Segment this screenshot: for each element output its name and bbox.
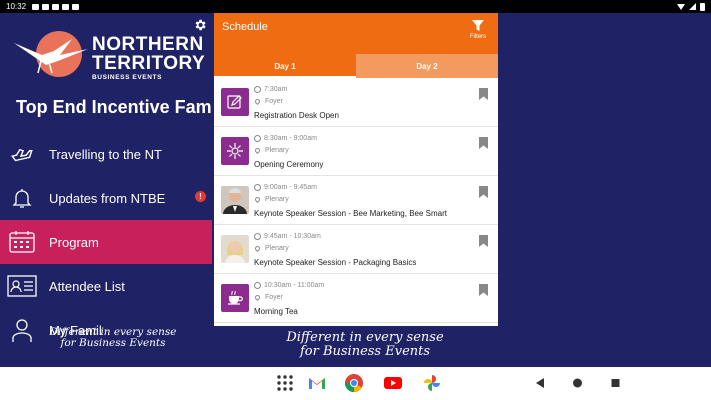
session-list: 7:30am Foyer Registration Desk Open 8:30… <box>214 78 498 323</box>
day-tabs: Day 1 Day 2 <box>214 54 498 78</box>
session-item[interactable]: 10:30am - 11:00am Foyer Morning Tea <box>214 274 498 323</box>
sidebar: NORTHERN TERRITORY BUSINESS EVENTS Top E… <box>0 13 212 367</box>
notification-icon <box>62 3 70 10</box>
logo-wordmark: NORTHERN TERRITORY BUSINESS EVENTS <box>92 35 205 82</box>
session-title: Keynote Speaker Session - Bee Marketing,… <box>254 209 447 218</box>
location-pin-icon <box>253 293 262 302</box>
sidebar-item-travelling[interactable]: Travelling to the NT <box>0 132 212 176</box>
session-item[interactable]: 8:30am - 9:00am Plenary Opening Ceremony <box>214 127 498 176</box>
sidebar-item-label: Updates from NTBE <box>49 190 166 206</box>
sidebar-item-label: Program <box>49 234 99 250</box>
home-icon[interactable] <box>572 377 583 389</box>
location-pin-icon <box>253 97 262 106</box>
filters-label: Filters <box>469 34 487 40</box>
session-time: 9:45am - 10:30am <box>254 233 321 240</box>
session-title: Registration Desk Open <box>254 111 339 120</box>
wifi-icon <box>677 3 685 10</box>
tagline-main: Different in every sense for Business Ev… <box>280 331 450 358</box>
person-icon <box>6 316 38 344</box>
session-location: Foyer <box>253 97 283 106</box>
sidebar-item-label: Attendee List <box>49 278 125 294</box>
tab-day-1[interactable]: Day 1 <box>214 54 356 78</box>
gear-icon[interactable] <box>193 18 207 32</box>
app-drawer-icon[interactable] <box>275 373 295 393</box>
sidebar-item-label: Travelling to the NT <box>49 146 162 162</box>
bookmark-icon[interactable] <box>479 186 488 198</box>
session-time: 10:30am - 11:00am <box>254 282 324 289</box>
session-location: Foyer <box>253 293 283 302</box>
tagline-line1: Different in every sense <box>286 330 444 345</box>
session-location: Plenary <box>253 244 289 253</box>
bookmark-icon[interactable] <box>479 235 488 247</box>
status-time: 10:32 <box>6 2 27 11</box>
signal-icon <box>689 3 696 10</box>
bookmark-icon[interactable] <box>479 88 488 100</box>
calendar-icon <box>6 228 38 256</box>
session-time: 9:00am - 9:45am <box>254 184 317 191</box>
tab-day-2[interactable]: Day 2 <box>356 54 498 78</box>
bookmark-icon[interactable] <box>479 137 488 149</box>
location-pin-icon <box>253 244 262 253</box>
filter-icon <box>472 20 484 31</box>
location-pin-icon <box>253 146 262 155</box>
clock-icon <box>254 233 261 240</box>
sidebar-item-attendees[interactable]: Attendee List <box>0 264 212 308</box>
back-icon[interactable] <box>535 377 545 389</box>
logo-line1: NORTHERN <box>92 34 204 55</box>
bookmark-icon[interactable] <box>479 284 488 296</box>
tagline-line2: for Business Events <box>299 343 431 359</box>
system-nav-bar <box>0 367 711 400</box>
filters-button[interactable]: Filters <box>466 20 490 40</box>
ntbe-logo: NORTHERN TERRITORY BUSINESS EVENTS <box>12 23 205 85</box>
session-title: Morning Tea <box>254 307 298 316</box>
sidebar-item-updates[interactable]: Updates from NTBE ! <box>0 176 212 220</box>
session-item[interactable]: 9:45am - 10:30am Plenary Keynote Speaker… <box>214 225 498 274</box>
event-title: Top End Incentive Famil <box>16 97 212 117</box>
celebration-icon <box>221 137 249 165</box>
session-time: 7:30am <box>254 86 287 93</box>
notification-icon <box>52 3 60 10</box>
session-title: Keynote Speaker Session - Packaging Basi… <box>254 258 417 267</box>
chrome-icon[interactable] <box>344 373 364 393</box>
session-location: Plenary <box>253 146 289 155</box>
battery-icon <box>700 2 705 11</box>
clock-icon <box>254 184 261 191</box>
session-title: Opening Ceremony <box>254 160 324 169</box>
session-time: 8:30am - 9:00am <box>254 135 317 142</box>
sidebar-nav: Travelling to the NT Updates from NTBE !… <box>0 132 212 352</box>
logo-line3: BUSINESS EVENTS <box>92 74 163 81</box>
recents-icon[interactable] <box>610 377 621 389</box>
google-photos-icon[interactable] <box>422 373 442 393</box>
session-item[interactable]: 7:30am Foyer Registration Desk Open <box>214 78 498 127</box>
notification-icon <box>42 3 50 10</box>
session-item[interactable]: 9:00am - 9:45am Plenary Keynote Speaker … <box>214 176 498 225</box>
notification-icon <box>32 3 40 10</box>
clock-icon <box>254 282 261 289</box>
tagline-sidebar: Different in every sense for Business Ev… <box>48 326 178 350</box>
notification-icon <box>72 3 80 10</box>
logo-line2: TERRITORY <box>92 53 206 74</box>
schedule-header: Schedule Filters <box>214 13 498 54</box>
speaker-photo <box>221 186 249 214</box>
location-pin-icon <box>253 195 262 204</box>
tagline-line2: for Business Events <box>60 337 166 350</box>
updates-badge: ! <box>195 191 206 202</box>
edit-icon <box>221 88 249 116</box>
app-screen: 10:32 NORTHERN TERRITORY BUSINESS EVENTS <box>0 0 711 400</box>
airplane-icon <box>6 140 38 168</box>
sidebar-item-program[interactable]: Program <box>0 220 212 264</box>
contact-card-icon <box>6 272 38 300</box>
speaker-photo <box>221 235 249 263</box>
clock-icon <box>254 86 261 93</box>
session-location: Plenary <box>253 195 289 204</box>
schedule-panel: Schedule Filters Day 1 Day 2 7:30am Foye… <box>214 13 498 326</box>
coffee-cup-icon <box>221 284 249 312</box>
bell-icon <box>6 184 38 212</box>
schedule-title: Schedule <box>222 21 268 33</box>
youtube-icon[interactable] <box>383 373 403 393</box>
logo-bird-icon <box>14 39 88 74</box>
status-bar: 10:32 <box>0 0 711 13</box>
gmail-icon[interactable] <box>307 373 327 393</box>
clock-icon <box>254 135 261 142</box>
